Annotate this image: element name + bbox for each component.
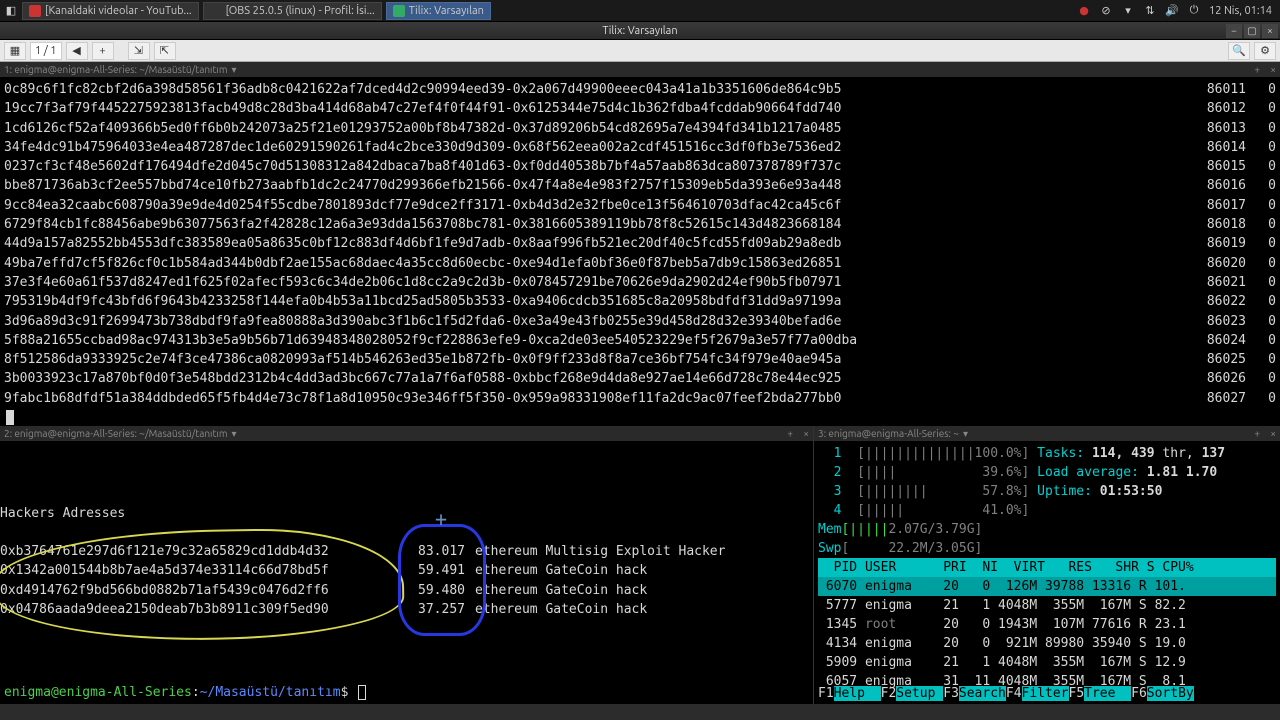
hash-row: 795319b4df9fc43bfd6f9643b4233258f144efa0…	[4, 292, 1276, 311]
hash-row: 8f512586da9333925c2e74f3ce47386ca0820993…	[4, 350, 1276, 369]
task-tilix[interactable]: Tilix: Varsayılan	[386, 2, 491, 20]
hash-row: 9cc84ea32caabc608790a39e9de4d0254f55cdbe…	[4, 196, 1276, 215]
right-pane-tab[interactable]: 3: enigma@enigma-All-Series: ~▾ + ×	[814, 426, 1280, 442]
pane-add-button[interactable]: +	[1254, 64, 1260, 75]
top-pane-tab[interactable]: 1: enigma@enigma-All-Series: ~/Masaüstü/…	[0, 62, 1280, 78]
hash-row: 49ba7effd7cf5f826cf0c1b584ad344b0dbf2ae1…	[4, 254, 1276, 273]
pane-close-button[interactable]: ×	[803, 428, 809, 439]
hash-row: 1cd6126cf52af409366b5ed0ff6b0b242073a25f…	[4, 119, 1276, 138]
pane-add-button[interactable]: +	[1254, 428, 1260, 439]
hash-row: 19cc7f3af79f4452275923813facb49d8c28d3ba…	[4, 99, 1276, 118]
window-titlebar: Tilix: Varsayılan − ▢ ×	[0, 22, 1280, 40]
hash-row: 3b0033923c17a870bf0d0f3e548bdd2312b4c4dd…	[4, 369, 1276, 388]
hacker-row: 0xb3764761e297d6f121e79c32a65829cd1ddb4d…	[0, 542, 725, 561]
minimize-button[interactable]: −	[1226, 24, 1242, 38]
hash-row: 44d9a157a82552bb4553dfc383589ea05a8635c0…	[4, 234, 1276, 253]
top-terminal[interactable]: 0c89c6f1fc82cbf2d6a398d58561f36adb8c0421…	[0, 78, 1280, 426]
caret-icon[interactable]: ▾	[1121, 4, 1135, 18]
hacker-row: 0xd4914762f9bd566bd0882b71af5439c0476d2f…	[0, 581, 647, 600]
chevron-down-icon[interactable]: ▾	[231, 428, 236, 440]
close-button[interactable]: ×	[1262, 24, 1278, 38]
hash-row: 0237cf3cf48e5602df176494dfe2d045c70d5130…	[4, 157, 1276, 176]
settings-button[interactable]: ⚙	[1254, 42, 1276, 60]
record-icon[interactable]: ●	[1077, 4, 1091, 18]
maximize-button[interactable]: ▢	[1244, 24, 1260, 38]
pane-close-button[interactable]: ×	[1270, 64, 1276, 75]
task-youtube[interactable]: [Kanaldaki videolar - YouTub...	[22, 2, 199, 20]
split-right-button[interactable]: ⇱	[154, 42, 176, 60]
volume-icon[interactable]: 🔊	[1165, 4, 1179, 18]
chevron-down-icon[interactable]: ▾	[231, 64, 236, 76]
add-button[interactable]: +	[92, 42, 114, 60]
tilix-toolbar: ▦ 1 / 1 ◀ + ⇲ ⇱ 🔍 ⚙	[0, 40, 1280, 62]
htop-process-row[interactable]: 5777 enigma 21 1 4048M 355M 167M S 82.2	[818, 596, 1276, 615]
no-entry-icon[interactable]: ⊘	[1099, 4, 1113, 18]
task-obs[interactable]: [OBS 25.0.5 (linux) - Profil: İsi...	[203, 2, 382, 20]
power-icon[interactable]: ⏻	[1187, 4, 1201, 18]
search-button[interactable]: 🔍	[1228, 42, 1250, 60]
right-terminal-htop[interactable]: 1 [||||||||||||||100.0%] Tasks: 114, 439…	[814, 442, 1280, 704]
wifi-icon[interactable]: ⇅	[1143, 4, 1157, 18]
htop-process-row[interactable]: 1345 root 20 0 1943M 107M 77616 R 23.1	[818, 615, 1276, 634]
hash-row: 3d96a89d3c91f2699473b738dbdf9fa9fea80888…	[4, 312, 1276, 331]
hash-row: bbe871736ab3cf2ee557bbd74ce10fb273aabfb1…	[4, 176, 1276, 195]
split-down-button[interactable]: ⇲	[128, 42, 150, 60]
hash-row: 0c89c6f1fc82cbf2d6a398d58561f36adb8c0421…	[4, 80, 1276, 99]
htop-header: PID USER PRI NI VIRT RES SHR S CPU%	[818, 558, 1276, 577]
clock[interactable]: 12 Nis, 01:14	[1209, 5, 1272, 17]
hash-row: 37e3f4e60a61f537d8247ed1f625f02afecf593c…	[4, 273, 1276, 292]
chevron-down-icon[interactable]: ▾	[963, 428, 968, 440]
hacker-row: 0x1342a001544b8b7ae4a5d374e33114c66d78bd…	[0, 561, 647, 580]
shell-prompt: enigma@enigma-All-Series:~/Masaüstü/tanı…	[4, 683, 366, 702]
cursor-crosshair-icon: +	[435, 510, 447, 529]
htop-fkeys[interactable]: F1Help F2Setup F3SearchF4FilterF5Tree F6…	[818, 684, 1276, 703]
session-counter: 1 / 1	[30, 42, 62, 60]
hash-row: 34fe4dc91b475964033e4ea487287dec1de60291…	[4, 138, 1276, 157]
hacker-row: 0x04786aada9deea2150deab7b3b8911c309f5ed…	[0, 600, 647, 619]
left-pane-tab[interactable]: 2: enigma@enigma-All-Series: ~/Masaüstü/…	[0, 426, 813, 442]
pane-add-button[interactable]: +	[787, 428, 793, 439]
hackers-title: Hackers Adresses	[0, 504, 125, 523]
os-taskbar: ◧ [Kanaldaki videolar - YouTub... [OBS 2…	[0, 0, 1280, 22]
htop-process-row[interactable]: 5909 enigma 21 1 4048M 355M 167M S 12.9	[818, 653, 1276, 672]
hash-row: 6729f84cb1fc88456abe9b63077563fa2f42828c…	[4, 215, 1276, 234]
left-terminal[interactable]: Hackers Adresses 0xb3764761e297d6f121e79…	[0, 442, 813, 704]
htop-process-row[interactable]: 6070 enigma 20 0 126M 39788 13316 R 101.	[818, 577, 1276, 596]
htop-process-row[interactable]: 4134 enigma 20 0 921M 89980 35940 S 19.0	[818, 634, 1276, 653]
sidebar-toggle-button[interactable]: ▦	[4, 42, 26, 60]
hash-row: 9fabc1b68dfdf51a384ddbded65f5fb4d4e73c78…	[4, 389, 1276, 408]
prev-button[interactable]: ◀	[66, 42, 88, 60]
pane-close-button[interactable]: ×	[1270, 428, 1276, 439]
menu-icon[interactable]: ◧	[4, 4, 18, 18]
hash-row: 5f88a21655ccbad98ac974313b3e5a9b56b71d63…	[4, 331, 1276, 350]
window-title: Tilix: Varsayılan	[602, 25, 677, 37]
